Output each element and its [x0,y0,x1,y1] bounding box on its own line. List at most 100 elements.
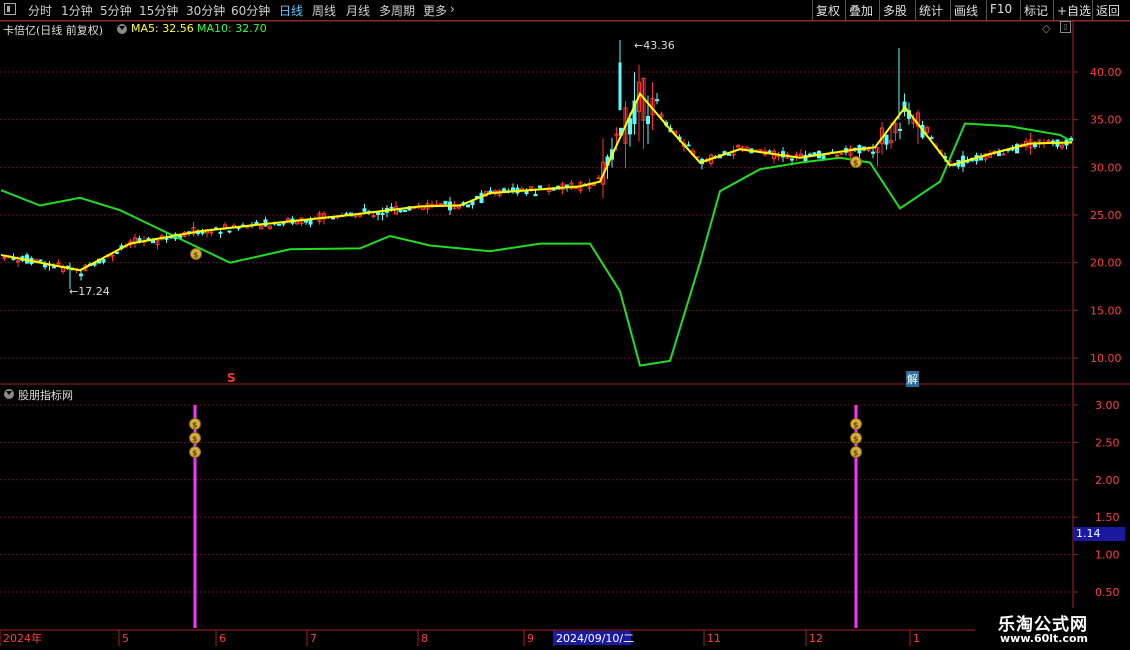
candle-body [304,220,308,223]
candle-body [79,273,83,277]
x-tick-label: 9 [527,632,534,645]
ma10-label: MA10: 32.70 [197,22,267,35]
candle-body [794,154,799,157]
main-y-tick-label: 35.00 [1090,114,1122,127]
candle-body [1033,143,1037,148]
high-price-label: ←43.36 [634,39,675,52]
sub-y-tick-label: 1.00 [1095,549,1120,562]
candle-body [209,231,214,234]
sub-y-tick-label: 1.50 [1095,511,1120,524]
main-y-tick-label: 15.00 [1090,304,1122,317]
x-tick-label: 1 [913,632,920,645]
x-tick-label: 12 [809,632,823,645]
low-price-label: ←17.24 [69,285,110,298]
candle-body [443,200,448,205]
candle-body [38,259,43,262]
x-tick-label: 2024/09/10/二 [556,632,634,645]
x-tick-label: 7 [310,632,317,645]
candle-body [218,231,223,234]
signal-bag-icon-glyph: $ [192,435,198,444]
candle-body [565,184,569,187]
candle-body [398,209,403,213]
signal-bag-icon-glyph: $ [192,449,198,458]
sub-y-tick-label: 3.00 [1095,399,1120,412]
stock-title: 卡倍亿(日线 前复权) [3,24,104,37]
x-tick-label: 8 [421,632,428,645]
candle-body [727,153,731,156]
candle-body [403,209,407,212]
x-tick-label: 6 [219,632,226,645]
signal-bag-icon-glyph: $ [853,435,859,444]
high-candle-body [618,62,622,111]
candle-body [52,266,56,269]
candle-body [686,144,691,147]
candle-body [871,151,875,154]
signal-bag-icon-glyph: $ [192,421,198,430]
main-y-tick-label: 40.00 [1090,66,1122,79]
x-tick-label: 11 [707,632,721,645]
pane-toggle-icon[interactable]: ▯ [1060,21,1071,33]
candle-body [646,116,650,125]
current-value-badge: 1.14 [1073,527,1125,541]
x-tick-label: 5 [122,632,129,645]
signal-bag-icon-glyph: $ [853,449,859,458]
candle-body [898,128,902,131]
candle-body [254,221,259,224]
green-indicator-line [0,122,1073,367]
sub-y-tick-label: 2.00 [1095,474,1120,487]
sub-y-tick-label: 0.50 [1095,586,1120,599]
candle-body [466,204,470,208]
candle-body [866,148,871,151]
candle-body [839,152,844,155]
jie-marker: 解 [906,371,919,387]
candle-body [596,177,601,180]
diamond-icon[interactable]: ◇ [1042,22,1050,35]
candle-body [101,258,106,263]
candle-body [380,212,385,215]
low-price-value: 17.24 [78,285,110,298]
x-tick-label: 2024年 [3,631,42,645]
candle-body [200,231,205,234]
candle-body [164,237,169,240]
candle-body [227,230,232,233]
candle-body [997,152,1001,157]
candle-body [56,262,61,265]
main-y-tick-label: 25.00 [1090,209,1122,222]
main-y-tick-label: 20.00 [1090,257,1122,270]
candle-body [277,223,281,226]
ma5-label: MA5: 32.56 [131,22,194,35]
sub-y-tick-label: 2.50 [1095,436,1120,449]
candle-body [439,203,443,206]
candle-body [884,134,889,145]
candle-body [533,193,538,197]
candle-body [110,254,115,257]
main-y-tick-label: 10.00 [1090,352,1122,365]
candle-body [1001,153,1006,156]
settings-dropdown-icon[interactable] [117,24,127,34]
candle-body [929,137,934,140]
high-price-value: 43.36 [643,39,675,52]
candle-body [389,206,394,209]
candle-body [790,158,794,161]
indicator-title: 股朋指标网 [18,389,73,402]
money-bag-icon-glyph: $ [853,159,859,168]
candle-body [592,183,596,186]
signal-bag-icon-glyph: $ [853,421,859,430]
candle-body [376,212,380,215]
kline-chart[interactable]: 10.00 15.00 20.00 25.00 30.00 35.00 40.00 0.50 1… [0,0,1130,650]
main-y-tick-label: 30.00 [1090,161,1122,174]
candle-body [628,118,632,135]
money-bag-icon-glyph: $ [193,251,199,260]
watermark-url: www.60lt.com [1000,632,1089,645]
candle-body [488,190,493,193]
candle-body [767,150,772,153]
candle-body [835,154,839,157]
indicator-dropdown-icon[interactable] [4,389,14,399]
candle-body [655,99,659,102]
candle-body [115,251,119,254]
candle-body [1046,140,1051,143]
candle-body [371,215,376,218]
candle-body [538,185,542,188]
s-marker: S [227,371,236,385]
candle-body [362,208,367,212]
